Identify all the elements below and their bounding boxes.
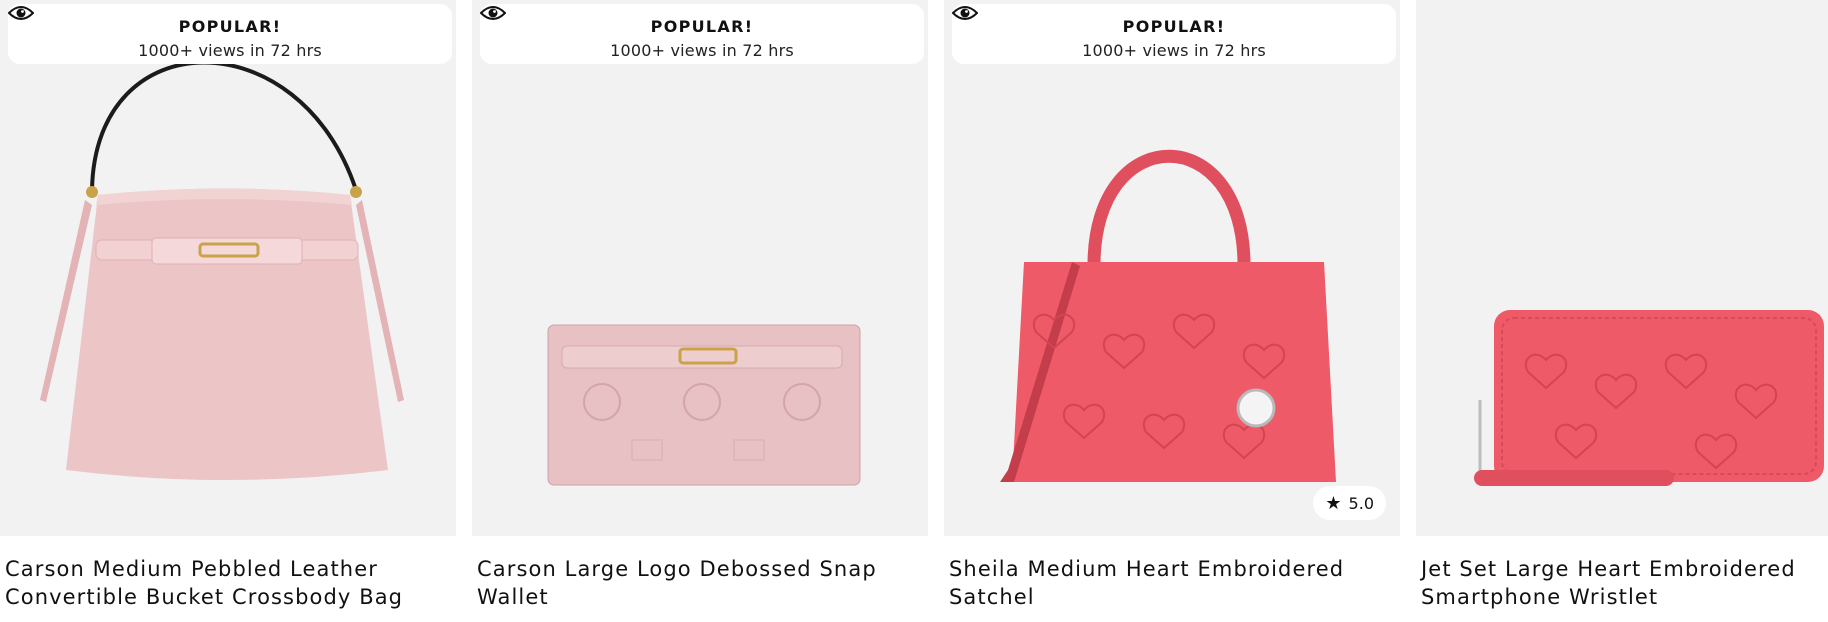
- wallet-image: [547, 324, 861, 486]
- product-card[interactable]: POPULAR! 1000+ views in 72 hrs Carson Me…: [0, 0, 456, 622]
- product-name[interactable]: Carson Large Logo Debossed Snap Wallet: [477, 555, 917, 611]
- badge-subtitle: 1000+ views in 72 hrs: [1082, 41, 1266, 60]
- rating-value: 5.0: [1348, 493, 1374, 513]
- bucket-bag-image: [40, 60, 404, 480]
- popular-badge: POPULAR! 1000+ views in 72 hrs: [480, 4, 924, 64]
- eye-icon: [952, 6, 978, 20]
- eye-icon: [480, 6, 506, 20]
- product-name[interactable]: Carson Medium Pebbled Leather Convertibl…: [5, 555, 445, 611]
- eye-icon: [8, 6, 34, 20]
- product-card[interactable]: POPULAR! 1000+ views in 72 hrs ★ 5.0 She…: [944, 0, 1400, 622]
- badge-subtitle: 1000+ views in 72 hrs: [138, 41, 322, 60]
- badge-title: POPULAR!: [650, 16, 754, 36]
- popular-badge: POPULAR! 1000+ views in 72 hrs: [952, 4, 1396, 64]
- product-image[interactable]: POPULAR! 1000+ views in 72 hrs: [0, 0, 456, 536]
- product-grid: POPULAR! 1000+ views in 72 hrs Carson Me…: [0, 0, 1828, 622]
- badge-title: POPULAR!: [178, 16, 282, 36]
- product-name[interactable]: Sheila Medium Heart Embroidered Satchel: [949, 555, 1389, 611]
- badge-title: POPULAR!: [1122, 16, 1226, 36]
- popular-badge: POPULAR! 1000+ views in 72 hrs: [8, 4, 452, 64]
- product-image[interactable]: POPULAR! 1000+ views in 72 hrs: [472, 0, 928, 536]
- star-icon: ★: [1325, 492, 1342, 514]
- product-card[interactable]: Jet Set Large Heart Embroidered Smartpho…: [1416, 0, 1828, 622]
- wristlet-image: [1474, 310, 1824, 486]
- satchel-image: [1000, 149, 1336, 482]
- rating-badge: ★ 5.0: [1313, 486, 1386, 520]
- product-name[interactable]: Jet Set Large Heart Embroidered Smartpho…: [1421, 555, 1828, 611]
- product-image[interactable]: POPULAR! 1000+ views in 72 hrs ★ 5.0: [944, 0, 1400, 536]
- product-image[interactable]: [1416, 0, 1828, 536]
- badge-subtitle: 1000+ views in 72 hrs: [610, 41, 794, 60]
- product-card[interactable]: POPULAR! 1000+ views in 72 hrs Carson La…: [472, 0, 928, 622]
